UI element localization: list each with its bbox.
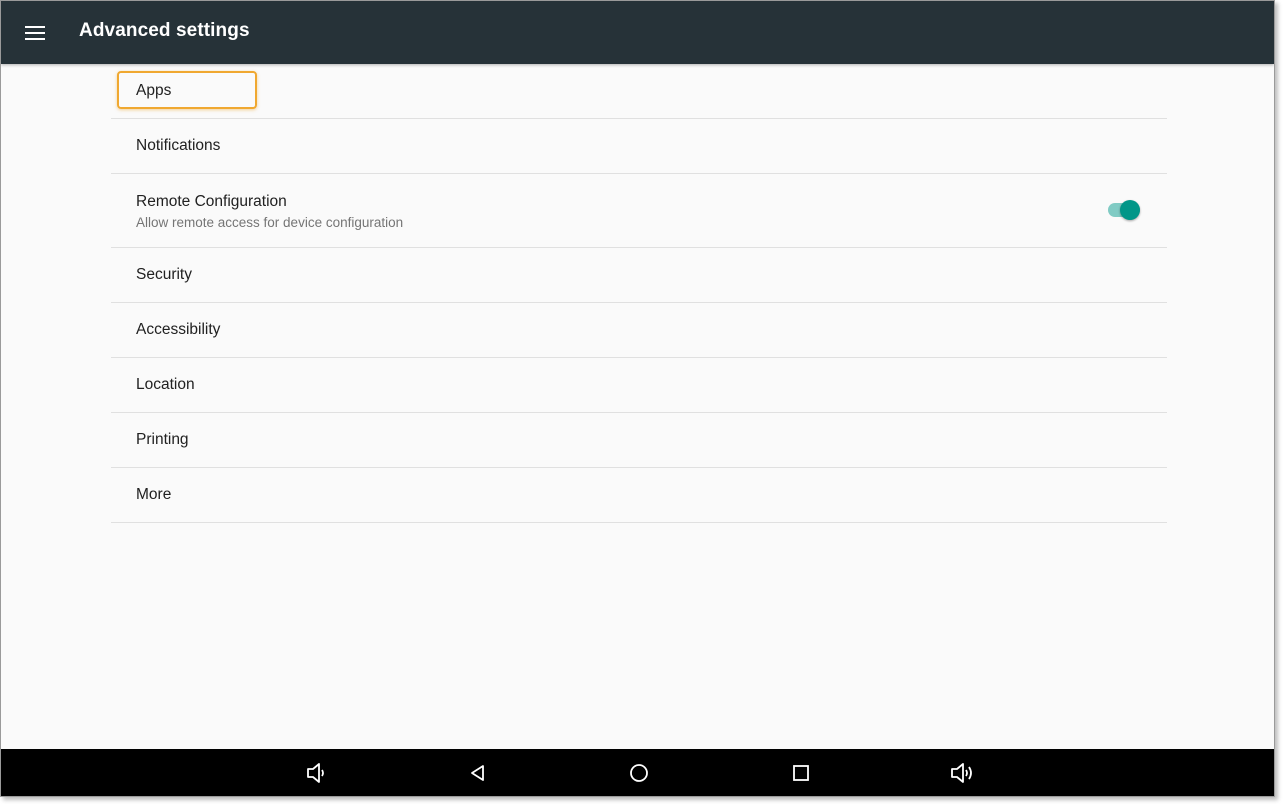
volume-down-icon [307, 763, 324, 783]
system-navigation-bar [1, 749, 1274, 796]
settings-item-printing[interactable]: Printing [111, 413, 1167, 468]
recents-button[interactable] [788, 761, 814, 785]
device-screen: Advanced settings Apps Notifications Rem… [0, 0, 1275, 797]
settings-item-label: Location [136, 376, 195, 393]
home-button[interactable] [626, 761, 652, 785]
settings-item-label: Security [136, 266, 192, 283]
home-icon [630, 764, 648, 782]
menu-button[interactable] [15, 13, 55, 53]
settings-item-accessibility[interactable]: Accessibility [111, 303, 1167, 358]
settings-item-notifications[interactable]: Notifications [111, 119, 1167, 174]
settings-item-subtitle: Allow remote access for device configura… [136, 215, 404, 230]
remote-configuration-toggle[interactable] [1108, 200, 1142, 220]
hamburger-menu-icon [25, 26, 45, 40]
settings-item-remote-configuration[interactable]: Remote Configuration Allow remote access… [111, 174, 1167, 248]
volume-up-icon [951, 763, 972, 783]
settings-item-label: Apps [136, 82, 172, 99]
toggle-thumb [1120, 200, 1140, 220]
volume-down-button[interactable] [302, 761, 328, 785]
back-button[interactable] [465, 761, 491, 785]
settings-item-label: Accessibility [136, 321, 221, 338]
settings-item-apps[interactable]: Apps [111, 64, 1167, 119]
app-bar: Advanced settings [1, 1, 1274, 64]
volume-up-button[interactable] [949, 761, 975, 785]
settings-item-location[interactable]: Location [111, 358, 1167, 413]
page-title: Advanced settings [79, 20, 250, 41]
recents-icon [793, 765, 809, 781]
settings-item-more[interactable]: More [111, 468, 1167, 523]
settings-item-label: Remote Configuration [136, 193, 287, 210]
settings-item-label: Printing [136, 431, 189, 448]
back-icon [471, 765, 484, 781]
settings-item-security[interactable]: Security [111, 248, 1167, 303]
settings-item-label: Notifications [136, 137, 221, 154]
settings-list: Apps Notifications Remote Configuration … [111, 64, 1167, 523]
settings-item-label: More [136, 486, 172, 503]
